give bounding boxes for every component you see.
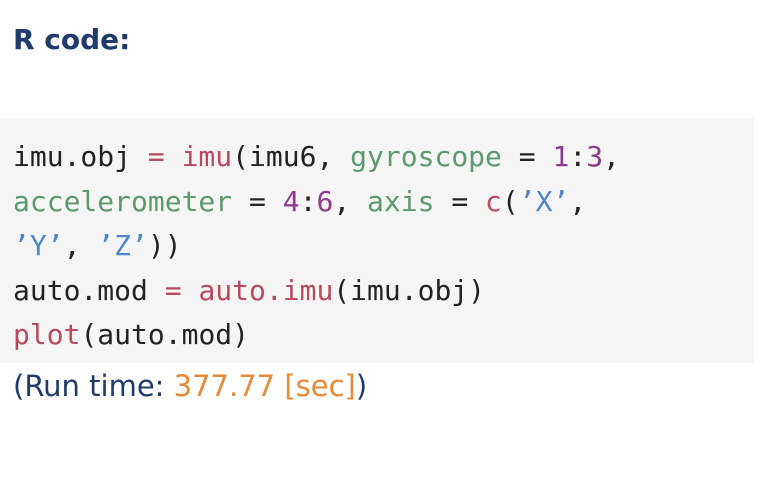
code-token: plot [13, 318, 81, 351]
code-token: (imu6, [232, 140, 351, 173]
code-token: , [333, 184, 368, 218]
code-token: , [63, 229, 98, 262]
code-token: = [232, 184, 283, 218]
code-token: , [603, 140, 620, 173]
code-token: imu.obj [13, 140, 148, 173]
code-line: plot(auto.mod) [13, 318, 249, 351]
code-token: ’Z’ [97, 229, 148, 262]
run-time-suffix: ) [355, 369, 368, 403]
code-token: c [485, 184, 502, 218]
section-heading: R code: [13, 23, 131, 56]
code-token: (auto.mod) [80, 318, 250, 351]
code-token: auto.mod [13, 273, 165, 307]
code-token: = [164, 273, 182, 307]
code-line: imu.obj = imu(imu6, gyroscope = 1:3, [13, 140, 620, 173]
code-line: ’Y’, ’Z’)) [13, 229, 182, 262]
code-token: : [569, 140, 587, 173]
code-token: axis [367, 184, 435, 218]
code-line: accelerometer = 4:6, axis = c(’X’, [13, 185, 586, 218]
run-time-line: (Run time: 377.77 [sec]) [13, 364, 367, 408]
code-token: = [147, 140, 165, 173]
code-token: )) [147, 229, 182, 262]
code-token: , [569, 184, 587, 218]
r-code-block: imu.obj = imu(imu6, gyroscope = 1:3, acc… [13, 135, 620, 358]
code-token: = [434, 184, 486, 218]
code-token: ’X’ [518, 184, 570, 218]
code-token: gyroscope [350, 140, 502, 173]
code-token: 4 [282, 184, 300, 218]
code-line: auto.mod = auto.imu(imu.obj) [13, 274, 485, 307]
code-token: accelerometer [13, 184, 233, 218]
code-token: = [501, 140, 553, 173]
run-time-value: 377.77 [sec] [173, 369, 356, 403]
code-token: : [299, 184, 317, 218]
code-token: (imu.obj) [333, 273, 486, 307]
code-token: auto.imu [198, 273, 334, 307]
code-token: imu [181, 140, 233, 173]
code-token: ( [501, 184, 519, 218]
code-token: 3 [586, 140, 604, 173]
run-time-prefix: (Run time: [13, 369, 174, 403]
code-token: 6 [316, 184, 334, 218]
code-token: ’Y’ [13, 229, 64, 262]
code-token: 1 [552, 140, 570, 173]
